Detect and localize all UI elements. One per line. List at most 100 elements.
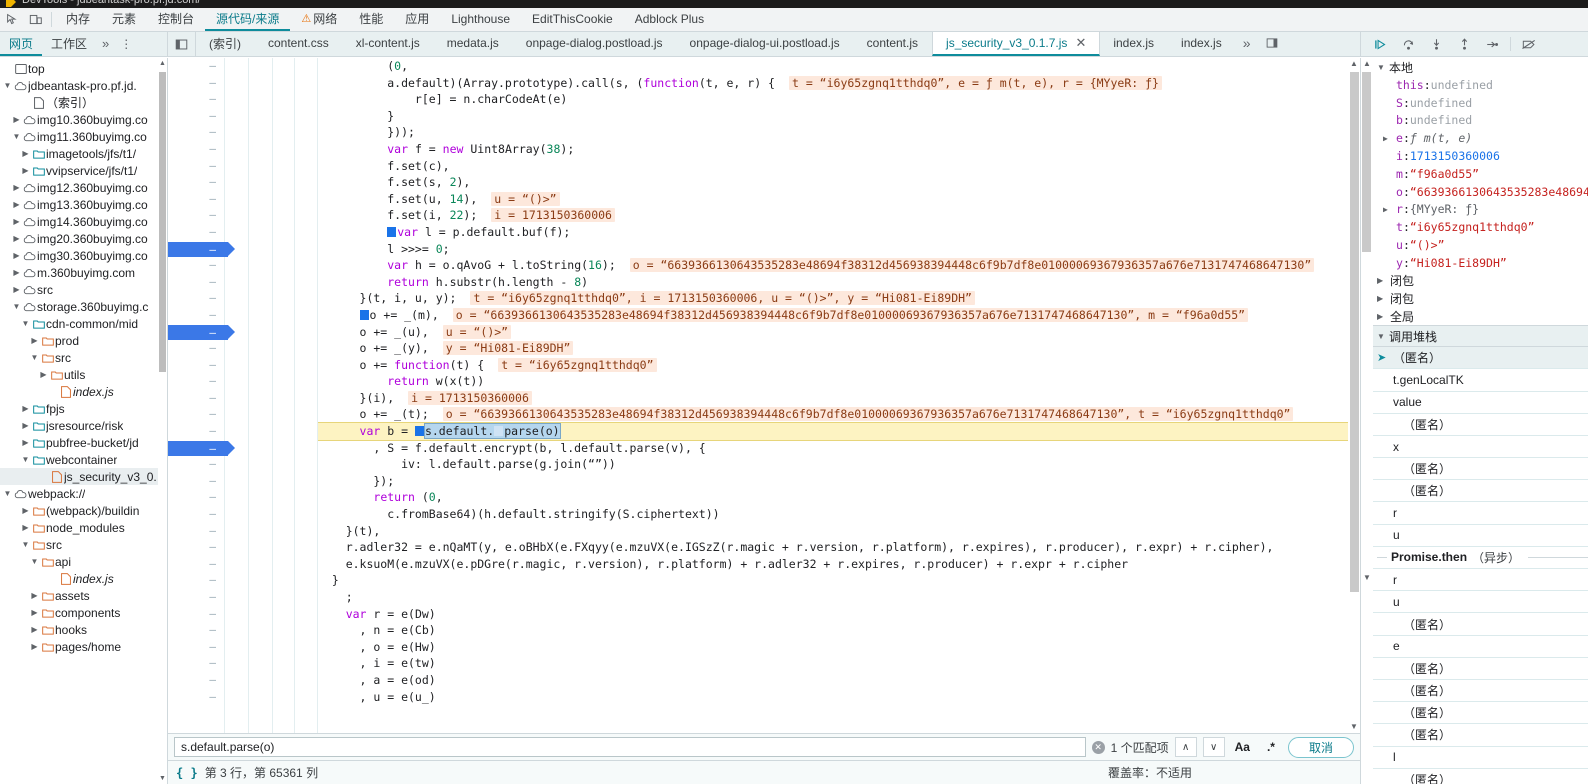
chevron-right-icon[interactable]: ▶ xyxy=(29,625,40,634)
chevron-right-icon[interactable]: ▶ xyxy=(20,149,31,158)
code-line[interactable]: } xyxy=(318,572,1360,589)
step-out-button[interactable] xyxy=(1451,34,1477,55)
code-line[interactable]: return (0, xyxy=(318,489,1360,506)
chevron-right-icon[interactable]: ▶ xyxy=(1383,134,1396,143)
file-tree-node[interactable]: ▶ fpjs xyxy=(0,400,167,417)
line-number[interactable]: – xyxy=(168,390,225,407)
file-tree-node[interactable]: ▼ cdn-common/mid xyxy=(0,315,167,332)
file-tree-node[interactable]: ▶ img30.360buyimg.co xyxy=(0,247,167,264)
panel-tab-0[interactable]: 内存 xyxy=(55,8,101,31)
code-line[interactable]: r[e] = n.charCodeAt(e) xyxy=(318,91,1360,108)
scope-variable-value[interactable]: “6639366130643535283e48694f xyxy=(1410,185,1588,199)
chevron-right-icon[interactable]: ▶ xyxy=(29,642,40,651)
sidebar-scroll-down-arrow[interactable]: ▼ xyxy=(1361,572,1373,584)
code-line[interactable]: a.default)(Array.prototype).call(s, (fun… xyxy=(318,75,1360,92)
file-tree-node[interactable]: ▶ img10.360buyimg.co xyxy=(0,111,167,128)
file-tree-node[interactable]: ▶ img14.360buyimg.co xyxy=(0,213,167,230)
chevron-right-icon[interactable]: ▶ xyxy=(20,438,31,447)
chevron-down-icon[interactable]: ▼ xyxy=(29,557,40,566)
code-line[interactable]: , o = e(Hw) xyxy=(318,639,1360,656)
step-over-button[interactable] xyxy=(1395,34,1421,55)
code-line[interactable]: var r = e(Dw) xyxy=(318,606,1360,623)
chevron-right-icon[interactable]: ▶ xyxy=(11,285,22,294)
editor-scrollbar[interactable]: ▲ ▼ xyxy=(1348,58,1360,733)
code-line[interactable]: return w(x(t)) xyxy=(318,373,1360,390)
line-number[interactable]: – xyxy=(168,290,225,307)
call-stack-frame[interactable]: t.genLocalTK xyxy=(1373,369,1588,392)
panel-tab-6[interactable]: 应用 xyxy=(394,8,440,31)
file-tree-node[interactable]: ▼ img11.360buyimg.co xyxy=(0,128,167,145)
line-number[interactable]: – xyxy=(168,340,225,357)
file-tree-node[interactable]: ▼ storage.360buyimg.c xyxy=(0,298,167,315)
editor-scroll-up-arrow[interactable]: ▲ xyxy=(1348,58,1360,70)
code-line[interactable]: , u = e(u_) xyxy=(318,689,1360,706)
file-tab-4[interactable]: onpage-dialog.postload.js xyxy=(513,32,677,56)
search-prev-button[interactable]: ∧ xyxy=(1174,737,1197,757)
call-stack-frame[interactable]: （匿名） xyxy=(1373,480,1588,503)
device-toolbar-icon[interactable] xyxy=(24,8,48,31)
code-line[interactable]: o += _(u), u = “()>” xyxy=(318,324,1360,341)
file-tabs-overflow-button[interactable]: » xyxy=(1236,32,1259,56)
line-number[interactable]: – xyxy=(168,456,225,473)
chevron-right-icon[interactable]: ▶ xyxy=(38,370,49,379)
file-tree-node[interactable]: ▶ utils xyxy=(0,366,167,383)
scope-variable-row[interactable]: y: “Hi081-Ei89DH” xyxy=(1373,254,1588,272)
chevron-right-icon[interactable]: ▶ xyxy=(1383,205,1396,214)
scope-variable-row[interactable]: o: “6639366130643535283e48694f xyxy=(1373,183,1588,201)
line-number[interactable]: – xyxy=(168,274,225,291)
file-tree-node[interactable]: ▼ api xyxy=(0,553,167,570)
file-tree-node[interactable]: ▶ vvipservice/jfs/t1/ xyxy=(0,162,167,179)
line-number[interactable]: – xyxy=(168,689,225,706)
navigator-tab-1[interactable]: 工作区 xyxy=(42,32,96,56)
call-stack-frame[interactable]: e xyxy=(1373,636,1588,658)
chevron-right-icon[interactable]: ▶ xyxy=(11,183,22,192)
line-number[interactable]: – xyxy=(168,174,225,191)
file-tree-node[interactable]: （索引） xyxy=(0,94,167,111)
chevron-right-icon[interactable]: ▶ xyxy=(29,591,40,600)
call-stack-frame[interactable]: r xyxy=(1373,502,1588,525)
scope-variable-value[interactable]: “f96a0d55” xyxy=(1410,167,1479,181)
file-tree-node[interactable]: ▼ jdbeantask-pro.pf.jd. xyxy=(0,77,167,94)
line-number[interactable]: – xyxy=(168,672,225,689)
code-line[interactable]: f.set(c), xyxy=(318,158,1360,175)
panel-tab-5[interactable]: 性能 xyxy=(348,8,394,31)
gutter-line[interactable]: – xyxy=(168,324,235,341)
call-stack-frame[interactable]: u xyxy=(1373,525,1588,547)
call-stack-frame[interactable]: （匿名） xyxy=(1373,658,1588,680)
chevron-right-icon[interactable]: ▶ xyxy=(20,506,31,515)
scope-variable-value[interactable]: “i6y65zgnq1tthdq0” xyxy=(1410,220,1535,234)
toggle-debugger-sidebar-button[interactable] xyxy=(1259,32,1286,56)
code-line[interactable]: f.set(i, 22); i = 1713150360006 xyxy=(318,207,1360,224)
call-stack-frame[interactable]: r xyxy=(1373,569,1588,592)
code-line[interactable]: })); xyxy=(318,124,1360,141)
call-stack-frame[interactable]: （匿名） xyxy=(1373,769,1588,784)
code-line[interactable]: return h.substr(h.length - 8) xyxy=(318,274,1360,291)
scope-variable-value[interactable]: “()>” xyxy=(1410,238,1445,252)
file-tab-3[interactable]: medata.js xyxy=(434,32,513,56)
close-tab-icon[interactable]: ✕ xyxy=(1075,35,1086,51)
line-number[interactable]: – xyxy=(168,75,225,92)
file-tree-node[interactable]: ▶ assets xyxy=(0,587,167,604)
chevron-right-icon[interactable]: ▶ xyxy=(29,336,40,345)
code-line[interactable]: f.set(u, 14), u = “()>” xyxy=(318,191,1360,208)
file-tree-node[interactable]: ▶ hooks xyxy=(0,621,167,638)
search-input[interactable] xyxy=(174,737,1086,757)
call-stack-frame[interactable]: （匿名） xyxy=(1373,414,1588,436)
scope-variable-row[interactable]: u: “()>” xyxy=(1373,236,1588,254)
line-number[interactable]: – xyxy=(168,589,225,606)
code-line[interactable]: }(t, i, u, y); t = “i6y65zgnq1tthdq0”, i … xyxy=(318,290,1360,307)
file-tab-1[interactable]: content.css xyxy=(255,32,343,56)
line-number[interactable]: – xyxy=(168,406,225,423)
file-tree-node[interactable]: ▼ src xyxy=(0,536,167,553)
breakpoint-marker[interactable]: – xyxy=(168,241,235,257)
step-button[interactable] xyxy=(1479,34,1505,55)
chevron-right-icon[interactable]: ▶ xyxy=(1377,276,1390,285)
code-line[interactable]: e.ksuoM(e.mzuVX(e.pDGre(r.magic, r.versi… xyxy=(318,556,1360,573)
file-tree-node[interactable]: ▶ src xyxy=(0,281,167,298)
scope-variable-row[interactable]: this: undefined xyxy=(1373,76,1588,94)
panel-tab-7[interactable]: Lighthouse xyxy=(440,8,521,31)
line-number[interactable]: – xyxy=(168,655,225,672)
call-stack-frame[interactable]: ➤ （匿名） xyxy=(1373,347,1588,370)
file-tree-node[interactable]: top xyxy=(0,60,167,77)
chevron-right-icon[interactable]: ▶ xyxy=(11,115,22,124)
